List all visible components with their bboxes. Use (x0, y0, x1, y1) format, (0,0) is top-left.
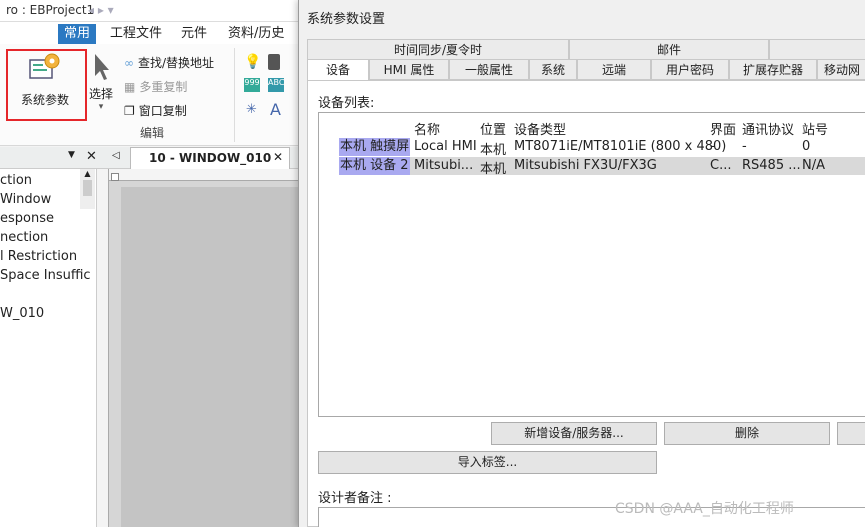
window-title: ro : EBProject1 - [10 - WINDOW_010 ] (6, 3, 101, 17)
scroll-left-icon[interactable]: ◁ (112, 150, 120, 161)
device-list[interactable]: 名称 位置 设备类型 界面 通讯协议 站号 本机 触摸屏 Local HMI 本… (318, 112, 865, 417)
list-item[interactable]: Window (0, 192, 51, 207)
scrollbar-thumb[interactable] (83, 180, 92, 196)
tab-device[interactable]: 设备 (307, 59, 369, 82)
list-item[interactable]: nection (0, 230, 48, 245)
window-copy-icon: ❐ (124, 103, 135, 118)
document-tab-label: 10 - WINDOW_010 (149, 151, 272, 165)
tab-user-password[interactable]: 用户密码 (651, 59, 729, 80)
import-tags-button[interactable]: 导入标签... (318, 451, 657, 474)
chevron-down-icon[interactable]: ▾ (86, 102, 116, 112)
edit-group-label: 编辑 (140, 126, 165, 140)
tab-mobile-network[interactable]: 移动网 (817, 59, 865, 80)
multi-copy-button[interactable]: ▦ 多重复制 (124, 78, 187, 95)
multi-copy-label: 多重复制 (139, 80, 188, 94)
spinner-icon[interactable]: ✳ (246, 102, 257, 117)
list-item[interactable]: esponse (0, 211, 54, 226)
designer-notes-label: 设计者备注 : (318, 491, 392, 506)
more-button[interactable] (837, 422, 865, 445)
device-type: MT8071iE/MT8101iE (800 x 480) (514, 139, 727, 154)
find-replace-label: 查找/替换地址 (138, 56, 215, 70)
device-type: Mitsubishi FX3U/FX3G (514, 158, 657, 173)
device-tag[interactable]: 本机 触摸屏 (339, 138, 411, 156)
device-station: 0 (802, 139, 811, 154)
tab-extended-memory[interactable]: 扩展存贮器 (729, 59, 817, 80)
multi-copy-icon: ▦ (124, 79, 136, 94)
select-label: 选择 (88, 87, 113, 101)
column-header-interface[interactable]: 界面 (710, 119, 736, 138)
device-station: N/A (802, 158, 825, 173)
tab-data-history[interactable]: 资料/历史 (222, 24, 290, 44)
tab-objects[interactable]: 元件 (175, 24, 213, 44)
ribbon-divider (234, 48, 235, 142)
device-interface: C... (710, 158, 732, 173)
find-replace-button[interactable]: ∞ 查找/替换地址 (124, 54, 214, 71)
text-icon[interactable]: A (270, 100, 281, 119)
column-header-location[interactable]: 位置 (480, 119, 506, 138)
column-header-device-type[interactable]: 设备类型 (514, 119, 566, 138)
title-bar: ro : EBProject1 - [10 - WINDOW_010 ] ◂ ▸… (0, 0, 300, 22)
tab-project-file[interactable]: 工程文件 (104, 24, 168, 44)
document-tab[interactable]: 10 - WINDOW_010 ✕ (130, 147, 290, 169)
horizontal-ruler (109, 169, 300, 181)
column-header-name[interactable]: 名称 (414, 119, 440, 138)
column-header-station[interactable]: 站号 (802, 119, 828, 138)
window-canvas[interactable] (121, 187, 300, 527)
delete-button[interactable]: 删除 (664, 422, 830, 445)
list-item[interactable]: ction (0, 173, 32, 188)
vertical-ruler (97, 169, 109, 527)
tab-time-sync[interactable]: 时间同步/夏令时 (307, 39, 569, 59)
document-tab-bar: ▼ ✕ ◁ 10 - WINDOW_010 ✕ (0, 147, 300, 169)
device-protocol: RS485 ... (742, 158, 801, 173)
watermark: CSDN @AAA_自动化工程师 (615, 501, 794, 517)
ribbon-tabs: 常用 工程文件 元件 资料/历史 (0, 22, 300, 44)
device-tag[interactable]: 本机 设备 2 (339, 157, 410, 175)
device-tab-panel: 设备列表: 名称 位置 设备类型 界面 通讯协议 站号 本机 触摸屏 Local… (307, 80, 865, 527)
tabs-row-1: 时间同步/夏令时 邮件 (307, 39, 865, 59)
tab-common[interactable]: 常用 (58, 24, 97, 44)
main-app-window: ro : EBProject1 - [10 - WINDOW_010 ] ◂ ▸… (0, 0, 300, 527)
select-button[interactable]: 选择 ▾ (86, 52, 116, 112)
window-copy-label: 窗口复制 (138, 104, 187, 118)
numeric-display-icon[interactable]: 999 (244, 78, 260, 92)
list-item[interactable]: W_010 (0, 306, 44, 321)
tab-general-properties[interactable]: 一般属性 (449, 59, 529, 80)
device-protocol: - (742, 139, 747, 154)
dialog-title: 系统参数设置 (307, 12, 386, 27)
close-icon[interactable]: ✕ (86, 149, 97, 164)
system-parameters-dialog: 系统参数设置 时间同步/夏令时 邮件 设备 HMI 属性 一般属性 系统 远端 … (298, 0, 865, 527)
tab-blank (769, 39, 865, 59)
find-replace-icon: ∞ (124, 55, 134, 70)
list-item[interactable]: Space Insuffic (0, 268, 91, 283)
tab-email[interactable]: 邮件 (569, 39, 769, 59)
device-list-label: 设备列表: (318, 96, 375, 111)
scroll-up-icon[interactable]: ▲ (80, 169, 95, 178)
device-name[interactable]: Local HMI (414, 139, 476, 154)
traffic-light-icon[interactable] (268, 54, 280, 70)
list-item[interactable]: l Restriction (0, 249, 77, 264)
tab-hmi-properties[interactable]: HMI 属性 (369, 59, 449, 80)
add-device-button[interactable]: 新增设备/服务器... (491, 422, 657, 445)
chevron-down-icon[interactable]: ▼ (68, 150, 75, 160)
tabs-row-2: 设备 HMI 属性 一般属性 系统 远端 用户密码 扩展存贮器 移动网 (307, 59, 865, 82)
canvas-area (97, 169, 300, 527)
device-location: 本机 (480, 162, 507, 177)
tab-system[interactable]: 系统 (529, 59, 577, 80)
bulb-icon[interactable]: 💡 (244, 54, 261, 70)
device-name[interactable]: Mitsubi... (414, 158, 476, 173)
cursor-arrow-icon (95, 54, 109, 80)
device-interface: - (710, 139, 715, 154)
window-copy-button[interactable]: ❐ 窗口复制 (124, 102, 187, 119)
ascii-display-icon[interactable]: ABC (268, 78, 284, 92)
tab-remote[interactable]: 远端 (577, 59, 651, 80)
scrollbar[interactable]: ▲ (80, 169, 95, 209)
quick-access-icons[interactable]: ◂ ▸ ▾ (88, 3, 114, 17)
event-list-panel: ction Window esponse nection l Restricti… (0, 169, 97, 527)
device-location: 本机 (480, 143, 507, 158)
close-tab-icon[interactable]: ✕ (273, 150, 283, 164)
ruler-corner-icon (111, 173, 119, 181)
column-header-protocol[interactable]: 通讯协议 (742, 119, 794, 138)
highlight-box (6, 49, 87, 121)
